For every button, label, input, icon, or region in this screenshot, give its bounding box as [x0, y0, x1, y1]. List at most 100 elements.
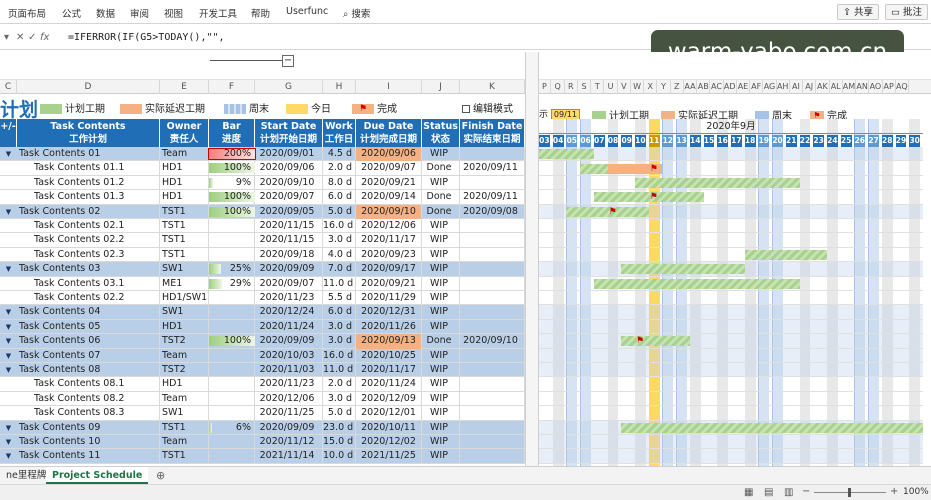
column-header-u[interactable]: U	[604, 80, 618, 94]
due-date-cell[interactable]: 2020/09/14	[356, 190, 422, 205]
normal-view-icon[interactable]: ▦	[744, 487, 753, 498]
tab-userfunc[interactable]: Userfunc	[286, 6, 328, 17]
work-days-cell[interactable]: 11.0 d	[323, 363, 356, 378]
due-date-cell[interactable]: 2020/11/17	[356, 363, 422, 378]
work-days-cell[interactable]: 3.0 d	[323, 391, 356, 407]
task-cell[interactable]: Task Contents 02.1	[17, 219, 160, 234]
due-date-cell[interactable]: 2020/09/23	[356, 247, 422, 263]
table-row[interactable]: Task Contents 08.3 SW1 2020/11/25 5.0 d 2020…	[0, 406, 525, 421]
gantt-plan-bar[interactable]	[580, 163, 608, 174]
task-cell[interactable]: Task Contents 04	[17, 305, 160, 320]
progress-cell[interactable]: 6%	[209, 420, 255, 435]
progress-cell[interactable]	[209, 363, 255, 378]
finish-date-cell[interactable]: 2020/09/10	[460, 334, 525, 349]
due-date-cell[interactable]: 2020/09/10	[356, 204, 422, 219]
work-days-cell[interactable]: 5.0 d	[323, 204, 356, 219]
gantt-plan-bar[interactable]	[593, 192, 704, 203]
enter-icon[interactable]: ✓	[28, 32, 36, 43]
status-cell[interactable]: Done	[422, 190, 460, 205]
due-date-cell[interactable]: 2020/12/31	[356, 305, 422, 320]
due-date-cell[interactable]: 2020/12/01	[356, 406, 422, 421]
start-date-cell[interactable]: 2020/09/07	[255, 190, 323, 205]
work-days-cell[interactable]: 3.0 d	[323, 334, 356, 349]
task-cell[interactable]: Task Contents 01.2	[17, 175, 160, 191]
sheet-tab-milestone[interactable]: ne里程牌	[0, 467, 52, 484]
owner-cell[interactable]: Team	[160, 391, 209, 407]
work-days-cell[interactable]: 3.0 d	[323, 233, 356, 248]
due-date-cell[interactable]: 2020/09/13	[356, 334, 422, 349]
progress-cell[interactable]: 25%	[209, 262, 255, 277]
column-header-q[interactable]: Q	[551, 80, 565, 94]
table-row[interactable]: Task Contents 08.2 Team 2020/12/06 3.0 d 202…	[0, 391, 525, 407]
status-cell[interactable]: WIP	[422, 219, 460, 234]
table-row[interactable]: Task Contents 02.2 HD1/SW1 2020/11/23 5.5 d…	[0, 291, 525, 306]
sheet-tab-project-schedule[interactable]: Project Schedule	[46, 467, 149, 484]
table-row[interactable]: Task Contents 02.2 TST1 2020/11/15 3.0 d 202…	[0, 233, 525, 248]
collapse-toggle-icon[interactable]: ▼	[0, 205, 17, 219]
gantt-plan-bar[interactable]	[593, 278, 800, 289]
work-days-cell[interactable]: 16.0 d	[323, 219, 356, 234]
progress-cell[interactable]	[209, 449, 255, 464]
table-row[interactable]: ▼ Task Contents 06 TST2 100% 2020/09/09 3.0 d…	[0, 334, 525, 349]
status-cell[interactable]: Done	[422, 334, 460, 349]
owner-cell[interactable]: TST1	[160, 204, 209, 219]
progress-cell[interactable]: 100%	[209, 161, 255, 176]
column-header-ab[interactable]: AB	[697, 80, 711, 94]
due-date-cell[interactable]: 2020/10/25	[356, 348, 422, 363]
column-header-ao[interactable]: AO	[869, 80, 883, 94]
owner-cell[interactable]: HD1	[160, 175, 209, 191]
start-date-cell[interactable]: 2020/11/15	[255, 219, 323, 234]
due-date-cell[interactable]: 2020/09/06	[356, 147, 422, 162]
status-cell[interactable]: WIP	[422, 233, 460, 248]
frozen-pane-divider[interactable]	[525, 52, 539, 466]
finish-date-cell[interactable]	[460, 276, 525, 291]
column-header-af[interactable]: AF	[750, 80, 764, 94]
collapse-toggle-icon[interactable]: ▼	[0, 435, 17, 449]
due-date-cell[interactable]: 2020/11/17	[356, 233, 422, 248]
work-days-cell[interactable]: 3.0 d	[323, 319, 356, 335]
status-cell[interactable]: WIP	[422, 175, 460, 191]
column-header-aj[interactable]: AJ	[803, 80, 817, 94]
owner-cell[interactable]: HD1	[160, 161, 209, 176]
task-cell[interactable]: Task Contents 05	[17, 319, 160, 335]
table-row[interactable]: ▼ Task Contents 04 SW1 2020/12/24 6.0 d 2020/…	[0, 305, 525, 320]
table-row[interactable]: Task Contents 01.3 HD1 100% 2020/09/07 6.0 d…	[0, 190, 525, 205]
search-box[interactable]: ⌕ 搜索	[343, 6, 370, 20]
finish-date-cell[interactable]	[460, 147, 525, 162]
start-date-cell[interactable]: 2020/09/18	[255, 247, 323, 263]
work-days-cell[interactable]: 4.0 d	[323, 247, 356, 263]
progress-cell[interactable]	[209, 348, 255, 363]
work-days-cell[interactable]: 15.0 d	[323, 435, 356, 450]
column-header-aa[interactable]: AA	[684, 80, 698, 94]
work-days-cell[interactable]: 2.0 d	[323, 377, 356, 392]
finish-date-cell[interactable]	[460, 406, 525, 421]
table-row[interactable]: Task Contents 02.3 TST1 2020/09/18 4.0 d 202…	[0, 247, 525, 263]
progress-cell[interactable]	[209, 435, 255, 450]
task-cell[interactable]: Task Contents 08.1	[17, 377, 160, 392]
owner-cell[interactable]: TST1	[160, 219, 209, 234]
due-date-cell[interactable]: 2021/11/25	[356, 449, 422, 464]
finish-date-cell[interactable]	[460, 291, 525, 306]
progress-cell[interactable]: 100%	[209, 334, 255, 349]
owner-cell[interactable]: SW1	[160, 305, 209, 320]
formula-input[interactable]: =IFERROR(IF(G5>TODAY(),"",	[68, 32, 225, 43]
finish-date-cell[interactable]	[460, 233, 525, 248]
start-date-cell[interactable]: 2020/12/24	[255, 305, 323, 320]
task-cell[interactable]: Task Contents 02.2	[17, 233, 160, 248]
table-row[interactable]: ▼ Task Contents 02 TST1 100% 2020/09/05 5.0 d…	[0, 204, 525, 219]
column-header-ak[interactable]: AK	[816, 80, 830, 94]
status-cell[interactable]: WIP	[422, 449, 460, 464]
finish-date-cell[interactable]	[460, 420, 525, 435]
due-date-cell[interactable]: 2020/11/29	[356, 291, 422, 306]
work-days-cell[interactable]: 10.0 d	[323, 449, 356, 464]
column-header-ah[interactable]: AH	[777, 80, 790, 94]
status-cell[interactable]: WIP	[422, 319, 460, 335]
column-header-x[interactable]: X	[644, 80, 658, 94]
finish-date-cell[interactable]	[460, 219, 525, 234]
start-date-cell[interactable]: 2020/09/01	[255, 147, 323, 162]
due-date-cell[interactable]: 2020/09/17	[356, 262, 422, 277]
column-header-an[interactable]: AN	[856, 80, 870, 94]
due-date-cell[interactable]: 2020/12/06	[356, 219, 422, 234]
owner-cell[interactable]: TST2	[160, 363, 209, 378]
column-header-am[interactable]: AM	[843, 80, 857, 94]
